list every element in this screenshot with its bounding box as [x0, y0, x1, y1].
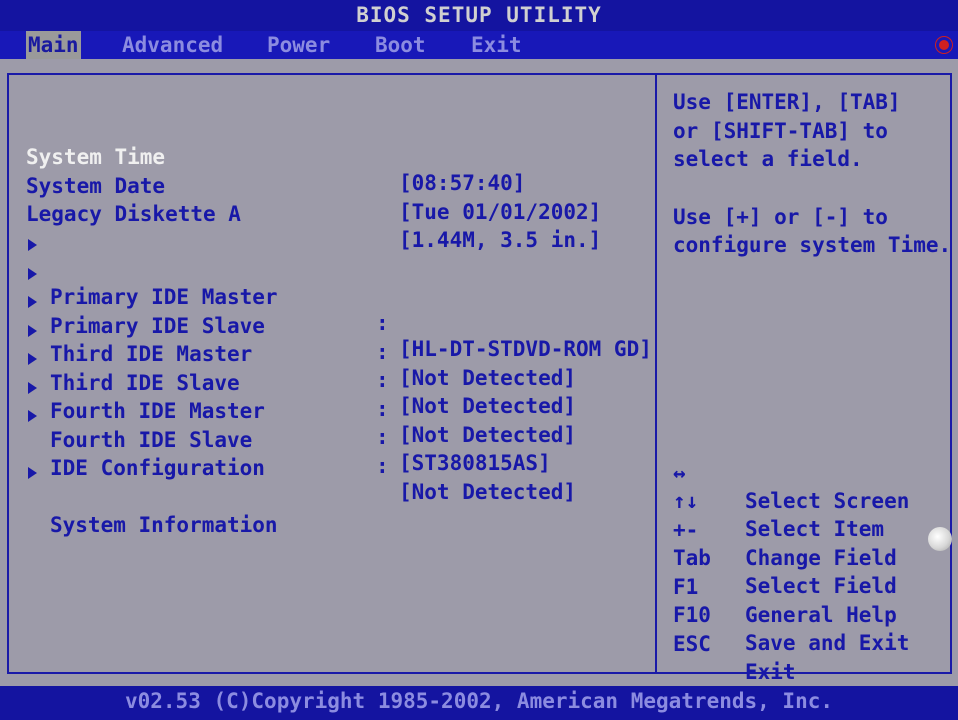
device-label: Fourth IDE Slave [50, 428, 253, 452]
submenu-arrow-icon [28, 296, 37, 308]
help-line-6: configure system Time. [673, 233, 952, 257]
menu-tab-exit[interactable]: Exit [469, 31, 524, 59]
menu-tab-boot[interactable]: Boot [373, 31, 428, 59]
device-row-primary-ide-master[interactable]: Primary IDE Master : [HL-DT-STDVD-ROM GD… [28, 232, 652, 361]
main-panel: System Time [08:57:40] System Date [Tue … [0, 59, 958, 686]
legacy-diskette-label: Legacy Diskette A [26, 202, 241, 226]
key-legend-row: F1 General Help [673, 545, 943, 627]
mouse-cursor-icon [928, 527, 952, 551]
device-row-third-ide-master[interactable]: Third IDE Master : [Not Detected] [28, 289, 648, 418]
submenu-arrow-icon [28, 268, 37, 280]
menu-tab-advanced[interactable]: Advanced [120, 31, 225, 59]
key-legend-row: +- Change Field [673, 488, 943, 570]
menu-bar: Main Advanced Power Boot Exit [0, 31, 958, 59]
key-legend-row: ↑↓ Select Item [673, 459, 943, 541]
device-row-fourth-ide-slave[interactable]: Fourth IDE Slave : [Not Detected] [28, 375, 648, 504]
submenu-arrow-icon [28, 410, 37, 422]
submenu-system-information[interactable]: System Information [28, 460, 648, 537]
key-legend-row: Tab Select Field [673, 516, 943, 598]
submenu-label: System Information [50, 513, 278, 537]
help-line-2: or [SHIFT-TAB] to [673, 119, 888, 143]
help-line-3: select a field. [673, 147, 863, 171]
system-date-row[interactable]: System Date [Tue 01/01/2002] [26, 147, 646, 224]
copyright-footer: v02.53 (C)Copyright 1985-2002, American … [0, 686, 958, 720]
key-legend-row: F10 Save and Exit [673, 573, 943, 655]
submenu-arrow-icon [28, 382, 37, 394]
submenu-arrow-icon [28, 353, 37, 365]
help-line-5: Use [+] or [-] to [673, 205, 888, 229]
submenu-arrow-icon [28, 467, 37, 479]
menu-tab-power[interactable]: Power [265, 31, 332, 59]
panel-divider [655, 73, 657, 674]
system-date-value[interactable]: [Tue 01/01/2002] [399, 199, 601, 225]
record-indicator-icon [930, 31, 958, 59]
system-time-row[interactable]: System Time [08:57:40] [26, 118, 646, 195]
submenu-ide-configuration[interactable]: IDE Configuration [28, 403, 648, 480]
legacy-diskette-row[interactable]: Legacy Diskette A [1.44M, 3.5 in.] [26, 175, 646, 252]
submenu-arrow-icon [28, 325, 37, 337]
device-row-primary-ide-slave[interactable]: Primary IDE Slave : [Not Detected] [28, 261, 648, 390]
menu-tab-main[interactable]: Main [26, 31, 81, 59]
bios-title: BIOS SETUP UTILITY [0, 0, 958, 31]
key-desc: Save and Exit [745, 631, 910, 655]
key-desc: Exit [745, 660, 796, 684]
device-row-fourth-ide-master[interactable]: Fourth IDE Master : [ST380815AS] [28, 346, 648, 475]
submenu-arrow-icon [28, 239, 37, 251]
help-line-1: Use [ENTER], [TAB] [673, 90, 901, 114]
key-legend-row: ESC Exit [673, 602, 943, 684]
device-row-third-ide-slave[interactable]: Third IDE Slave : [Not Detected] [28, 318, 648, 447]
key-label: ESC [673, 632, 711, 656]
key-legend-row: ↔ Select Screen [673, 431, 943, 513]
